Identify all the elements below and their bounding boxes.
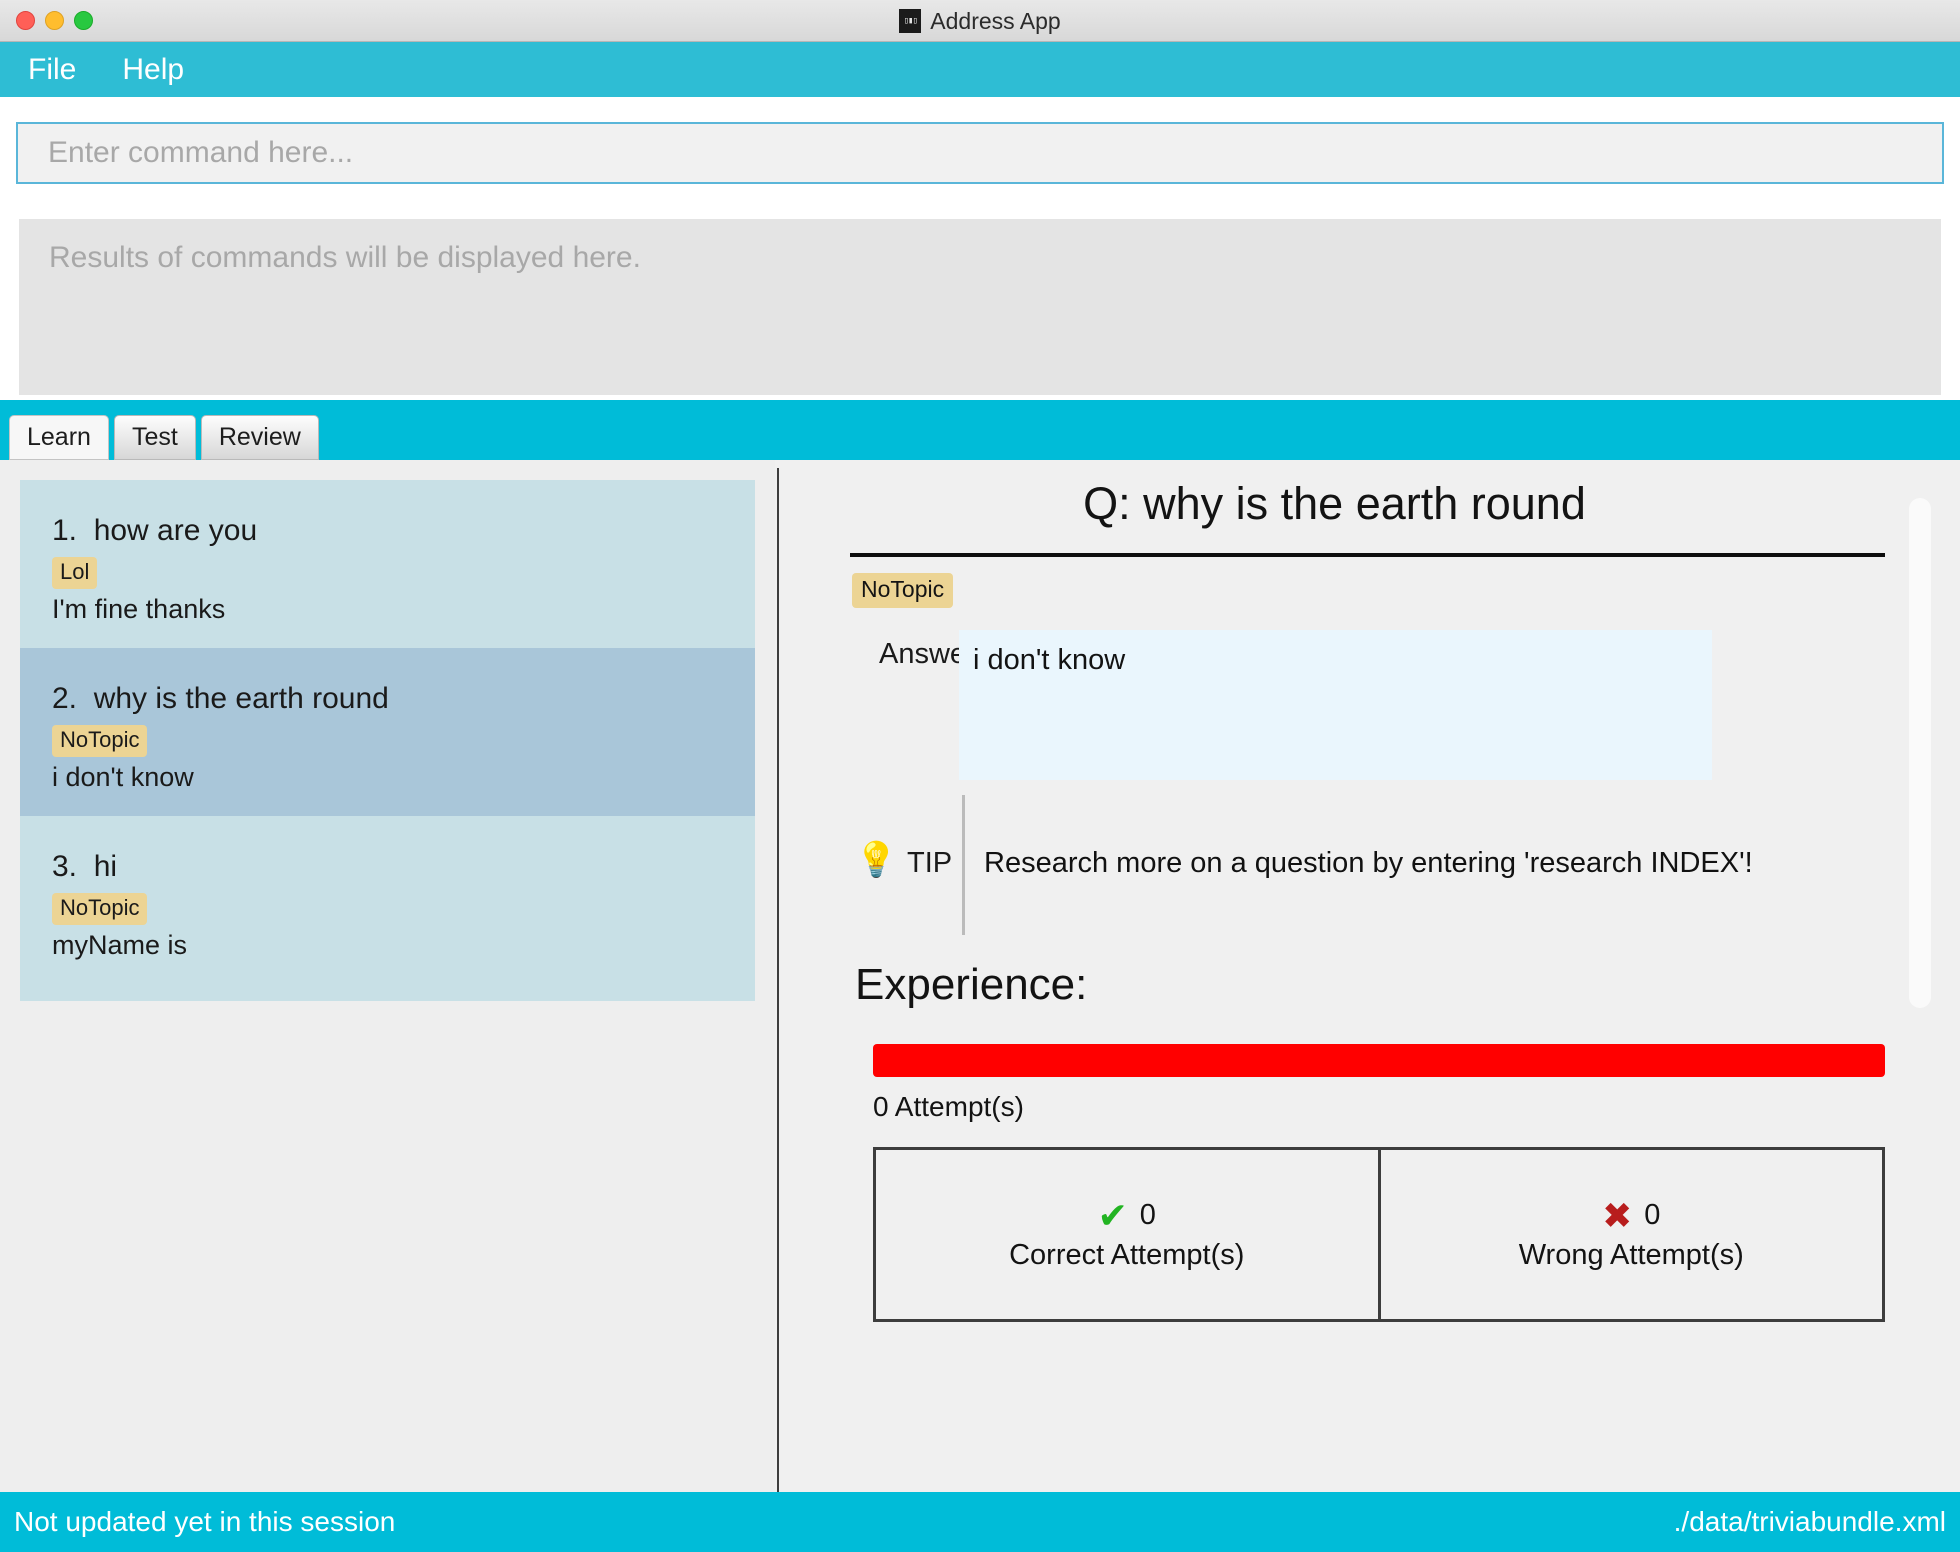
tab-review-label: Review xyxy=(218,423,301,451)
list-item-answer: I'm fine thanks xyxy=(52,594,226,624)
command-input-placeholder: Enter command here... xyxy=(48,136,354,169)
page-title: Q: why is the earth round xyxy=(1083,478,1586,529)
command-input[interactable]: Enter command here... xyxy=(16,122,1944,184)
tip-text: Research more on a question by entering … xyxy=(984,847,1753,879)
answer-text: i don't know xyxy=(973,644,1126,676)
menu-item-file[interactable]: File xyxy=(28,53,76,87)
tip-label: TIP xyxy=(907,847,953,879)
list-item-tag: NoTopic xyxy=(52,725,148,757)
window-title: Address App xyxy=(930,7,1061,34)
menu-item-help[interactable]: Help xyxy=(122,53,184,87)
tip-separator xyxy=(962,795,965,935)
experience-progress-bar xyxy=(873,1044,1885,1077)
wrong-attempts-top: ✖ 0 xyxy=(1602,1194,1661,1236)
question-detail-pane: Q: why is the earth round NoTopic Answer… xyxy=(779,460,1960,1492)
correct-attempts-cell: ✔ 0 Correct Attempt(s) xyxy=(876,1150,1378,1319)
list-item[interactable]: 3. hi NoTopic myName is xyxy=(20,816,755,1001)
tab-learn-label: Learn xyxy=(27,423,91,451)
status-bar-file-path: ./data/triviabundle.xml xyxy=(1673,1506,1946,1537)
question-list-pane[interactable]: 1. how are you Lol I'm fine thanks 2. wh… xyxy=(0,460,775,1492)
list-item-tag: Lol xyxy=(52,557,98,589)
result-display-placeholder: Results of commands will be displayed he… xyxy=(49,241,641,274)
experience-attempts-text: 0 Attempt(s) xyxy=(873,1091,1024,1122)
wrong-attempts-label: Wrong Attempt(s) xyxy=(1518,1238,1744,1271)
list-item-tag: NoTopic xyxy=(52,893,148,925)
attempt-stats: ✔ 0 Correct Attempt(s) ✖ 0 Wrong Attempt… xyxy=(873,1147,1885,1322)
list-item-answer: myName is xyxy=(52,930,188,960)
correct-attempts-count: 0 xyxy=(1139,1199,1156,1231)
tab-test-label: Test xyxy=(131,423,178,451)
lightbulb-icon: 💡 xyxy=(855,841,898,879)
menu-bar: File Help xyxy=(0,42,1960,97)
wrong-attempts-count: 0 xyxy=(1644,1199,1661,1231)
tab-strip: Learn Test Review xyxy=(0,400,1960,460)
tab-review[interactable]: Review xyxy=(200,415,319,460)
cross-icon: ✖ xyxy=(1602,1194,1633,1236)
list-item-title: 2. why is the earth round xyxy=(52,682,389,715)
status-bar: Not updated yet in this session ./data/t… xyxy=(0,1492,1960,1552)
result-display: Results of commands will be displayed he… xyxy=(19,219,1941,395)
tab-learn[interactable]: Learn xyxy=(9,415,109,460)
tab-list: Learn Test Review xyxy=(9,415,319,460)
window-title-group: ▯▮▯ Address App xyxy=(0,0,1960,42)
experience-heading: Experience: xyxy=(855,960,1088,1009)
application-window: ▯▮▯ Address App File Help Enter command … xyxy=(0,0,1960,1552)
app-icon: ▯▮▯ xyxy=(899,9,922,33)
tip-section: 💡 TIP Research more on a question by ent… xyxy=(852,795,1892,935)
detail-scrollbar-thumb[interactable] xyxy=(1909,498,1931,1008)
correct-attempts-label: Correct Attempt(s) xyxy=(1009,1238,1245,1271)
correct-attempts-top: ✔ 0 xyxy=(1097,1194,1156,1236)
status-badge: NoTopic xyxy=(852,573,954,608)
title-rule xyxy=(850,553,1885,557)
list-item-answer: i don't know xyxy=(52,762,194,792)
list-item[interactable]: 1. how are you Lol I'm fine thanks xyxy=(20,480,755,665)
list-item[interactable]: 2. why is the earth round NoTopic i don'… xyxy=(20,648,755,833)
status-bar-sync-text: Not updated yet in this session xyxy=(14,1506,396,1537)
tab-test[interactable]: Test xyxy=(113,415,196,460)
title-bar: ▯▮▯ Address App xyxy=(0,0,1960,42)
wrong-attempts-cell: ✖ 0 Wrong Attempt(s) xyxy=(1377,1150,1883,1319)
list-item-title: 3. hi xyxy=(52,850,118,883)
list-item-title: 1. how are you xyxy=(52,514,258,547)
main-content: 1. how are you Lol I'm fine thanks 2. wh… xyxy=(0,460,1960,1492)
check-icon: ✔ xyxy=(1097,1194,1128,1236)
answer-field[interactable]: i don't know xyxy=(959,630,1712,780)
